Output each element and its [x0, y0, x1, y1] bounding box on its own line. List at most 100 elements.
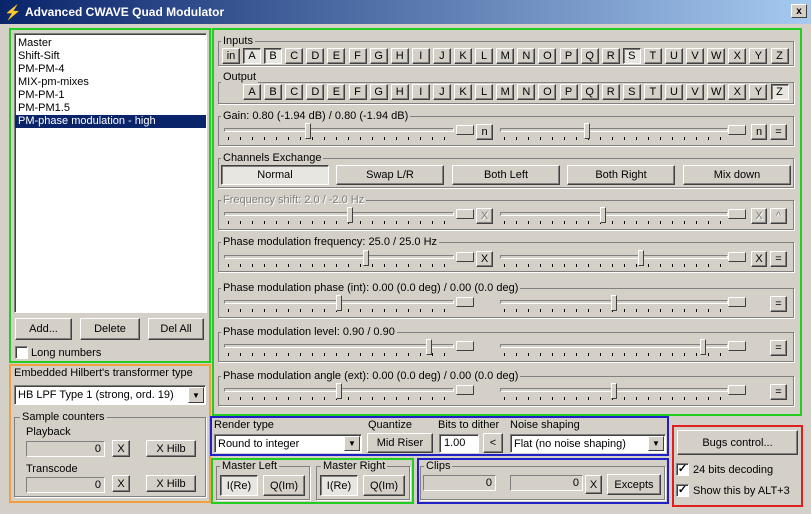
pm-freq-right-slider-track[interactable] [500, 255, 728, 259]
gain-right-fine[interactable] [728, 125, 746, 135]
pm-angle-right-slider[interactable] [500, 381, 728, 403]
pm-angle-link-button[interactable]: = [770, 384, 787, 400]
output-x-button[interactable]: X [728, 84, 747, 100]
input-z-button[interactable]: Z [770, 48, 789, 64]
chevron-down-icon[interactable]: ▼ [648, 436, 664, 451]
output-l-button[interactable]: L [475, 84, 494, 100]
input-y-button[interactable]: Y [749, 48, 768, 64]
transcode-reset-button[interactable]: X [112, 475, 130, 492]
master-left-im-button[interactable]: Q(Im) [263, 475, 305, 496]
inputs-in-button[interactable]: in [222, 48, 240, 64]
input-t-button[interactable]: T [643, 48, 662, 64]
pm-level-right-slider-track[interactable] [500, 344, 728, 348]
dither-decrease-button[interactable]: < [483, 433, 503, 453]
input-f-button[interactable]: F [348, 48, 367, 64]
pm-level-right-slider-thumb[interactable] [700, 339, 706, 355]
input-r-button[interactable]: R [601, 48, 620, 64]
pm-angle-left-slider[interactable] [224, 381, 454, 403]
pm-phase-left-fine[interactable] [456, 297, 474, 307]
preset-item[interactable]: PM-PM-4 [15, 63, 206, 76]
pm-freq-right-button[interactable]: X [751, 251, 767, 267]
output-d-button[interactable]: D [306, 84, 325, 100]
freq-shift-left-slider-thumb[interactable] [347, 207, 353, 223]
freq-shift-right-fine[interactable] [728, 209, 746, 219]
noise-shaping-select[interactable]: Flat (no noise shaping) ▼ [510, 434, 666, 453]
preset-item[interactable]: PM-phase modulation - high [15, 115, 206, 128]
transcode-hilb-reset-button[interactable]: X Hilb [146, 475, 196, 492]
bits-to-dither-input[interactable]: 1.00 [439, 434, 479, 453]
input-m-button[interactable]: M [496, 48, 515, 64]
preset-item[interactable]: Master [15, 37, 206, 50]
input-h-button[interactable]: H [390, 48, 409, 64]
input-u-button[interactable]: U [665, 48, 683, 64]
playback-reset-button[interactable]: X [112, 440, 130, 457]
chevron-down-icon[interactable]: ▼ [344, 436, 360, 451]
pm-freq-left-fine[interactable] [456, 252, 474, 262]
input-n-button[interactable]: N [517, 48, 536, 64]
output-s-button[interactable]: S [622, 84, 641, 100]
delete-all-presets-button[interactable]: Del All [148, 318, 204, 340]
freq-shift-right-slider-track[interactable] [500, 212, 728, 216]
gain-right-slider-track[interactable] [500, 128, 728, 132]
preset-list[interactable]: Master Shift-Sift PM-PM-4 MIX-pm-mixes PM-PM… [14, 33, 207, 313]
hilbert-type-select[interactable]: HB LPF Type 1 (strong, ord. 19) ▼ [14, 385, 206, 405]
channel-swap-l-r-button[interactable]: Swap L/R [336, 165, 444, 185]
pm-phase-right-slider-thumb[interactable] [611, 295, 617, 311]
output-i-button[interactable]: I [411, 84, 430, 100]
input-c-button[interactable]: C [285, 48, 304, 64]
pm-level-right-fine[interactable] [728, 341, 746, 351]
pm-angle-left-slider-thumb[interactable] [336, 383, 342, 399]
gain-link-button[interactable]: = [770, 124, 787, 140]
pm-angle-left-fine[interactable] [456, 385, 474, 395]
pm-phase-link-button[interactable]: = [770, 296, 787, 312]
gain-left-button[interactable]: n [476, 124, 493, 140]
24bits-checkbox[interactable]: ✓ [676, 463, 689, 476]
pm-freq-right-fine[interactable] [728, 252, 746, 262]
input-s-button[interactable]: S [622, 48, 641, 64]
gain-left-slider[interactable] [224, 121, 454, 143]
pm-level-left-slider-thumb[interactable] [426, 339, 432, 355]
pm-level-right-slider[interactable] [500, 337, 728, 359]
gain-right-slider-thumb[interactable] [584, 123, 590, 139]
render-type-select[interactable]: Round to integer ▼ [214, 434, 362, 453]
add-preset-button[interactable]: Add... [15, 318, 72, 340]
channel-mix-down-button[interactable]: Mix down [683, 165, 791, 185]
output-u-button[interactable]: U [665, 84, 683, 100]
pm-level-left-fine[interactable] [456, 341, 474, 351]
gain-right-button[interactable]: n [751, 124, 767, 140]
freq-shift-left-fine[interactable] [456, 209, 474, 219]
pm-phase-left-slider-thumb[interactable] [336, 295, 342, 311]
channel-normal-button[interactable]: Normal [221, 165, 329, 185]
close-button[interactable]: x [791, 4, 807, 18]
input-p-button[interactable]: P [559, 48, 578, 64]
show-alt3-checkbox[interactable]: ✓ [676, 484, 689, 497]
master-right-im-button[interactable]: Q(Im) [363, 475, 405, 496]
output-h-button[interactable]: H [390, 84, 409, 100]
input-k-button[interactable]: K [454, 48, 472, 64]
output-q-button[interactable]: Q [580, 84, 599, 100]
freq-shift-right-slider-thumb[interactable] [600, 207, 606, 223]
gain-left-slider-thumb[interactable] [305, 123, 311, 139]
chevron-down-icon[interactable]: ▼ [188, 387, 204, 403]
pm-angle-right-fine[interactable] [728, 385, 746, 395]
pm-angle-right-slider-thumb[interactable] [611, 383, 617, 399]
output-w-button[interactable]: W [707, 84, 726, 100]
channel-both-right-button[interactable]: Both Right [567, 165, 675, 185]
pm-freq-left-button[interactable]: X [476, 251, 493, 267]
input-a-button[interactable]: A [243, 48, 261, 64]
freq-shift-left-slider-track[interactable] [224, 212, 454, 216]
pm-phase-right-slider[interactable] [500, 293, 728, 315]
output-o-button[interactable]: O [538, 84, 557, 100]
preset-item[interactable]: Shift-Sift [15, 50, 206, 63]
pm-level-left-slider-track[interactable] [224, 344, 454, 348]
input-o-button[interactable]: O [538, 48, 557, 64]
output-k-button[interactable]: K [454, 84, 472, 100]
input-e-button[interactable]: E [327, 48, 346, 64]
input-d-button[interactable]: D [306, 48, 325, 64]
pm-freq-link-button[interactable]: = [770, 251, 787, 267]
output-z-button[interactable]: Z [770, 84, 789, 100]
pm-freq-right-slider[interactable] [500, 248, 728, 270]
output-j-button[interactable]: J [432, 84, 451, 100]
output-e-button[interactable]: E [327, 84, 346, 100]
output-g-button[interactable]: G [369, 84, 388, 100]
